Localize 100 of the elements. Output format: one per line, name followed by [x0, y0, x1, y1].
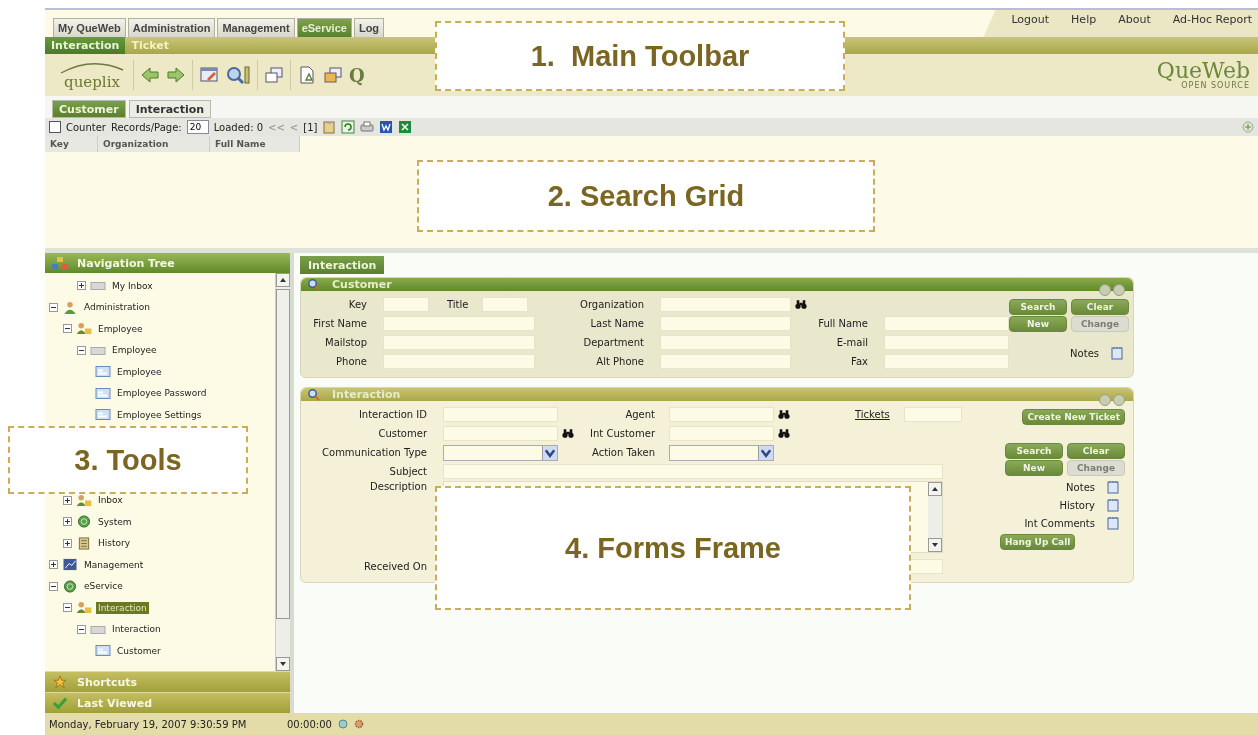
input-field[interactable]: [660, 297, 791, 312]
expand-toggle[interactable]: [77, 281, 86, 291]
scrollbar[interactable]: [928, 482, 942, 552]
input-field[interactable]: [443, 407, 558, 422]
binoculars-icon[interactable]: [562, 428, 574, 439]
binoculars-icon[interactable]: [778, 409, 790, 420]
header-link[interactable]: About: [1118, 13, 1151, 26]
arrow-left-icon[interactable]: [140, 65, 160, 85]
column-header[interactable]: Organization: [98, 136, 210, 152]
search-icon[interactable]: [225, 65, 251, 85]
page-number[interactable]: [1]: [303, 121, 318, 133]
expand-toggle[interactable]: [63, 603, 72, 613]
tickets-link[interactable]: Tickets: [855, 409, 890, 420]
dropdown[interactable]: [443, 444, 558, 461]
binoculars-icon[interactable]: [778, 428, 790, 439]
refresh-icon[interactable]: [341, 120, 356, 134]
subtab[interactable]: Interaction: [45, 37, 126, 54]
scroll-down-icon[interactable]: [928, 538, 942, 552]
scroll-icon: [76, 536, 92, 550]
records-per-page-field[interactable]: 20: [186, 120, 209, 134]
module-tab[interactable]: My QueWeb: [53, 18, 126, 37]
input-field[interactable]: [884, 316, 1009, 331]
tree-item[interactable]: Employee: [110, 344, 159, 357]
counter-checkbox[interactable]: [49, 121, 61, 133]
field-label: Department: [582, 337, 644, 348]
windows-icon[interactable]: [264, 65, 284, 85]
input-field[interactable]: [669, 407, 774, 422]
header-link[interactable]: Help: [1071, 13, 1097, 26]
input-field[interactable]: [383, 316, 535, 331]
word-icon[interactable]: [379, 120, 394, 134]
input-field[interactable]: [884, 335, 1009, 350]
expand-toggle[interactable]: [63, 517, 72, 527]
excel-icon[interactable]: [398, 120, 413, 134]
printer-icon[interactable]: [360, 120, 375, 134]
tree-item[interactable]: Administration: [82, 301, 152, 314]
scroll-up-icon[interactable]: [276, 273, 290, 287]
window-controls-icon[interactable]: [1097, 392, 1127, 406]
search-tab[interactable]: Interaction: [128, 100, 212, 118]
column-header[interactable]: Key: [45, 136, 98, 152]
expand-toggle[interactable]: [49, 560, 58, 570]
tree-item[interactable]: eService: [82, 580, 125, 593]
input-field[interactable]: [660, 335, 791, 350]
tree-item[interactable]: Customer: [115, 644, 163, 657]
input-field[interactable]: [884, 354, 1009, 369]
tree-item[interactable]: Employee: [96, 322, 145, 335]
expand-toggle[interactable]: [63, 538, 72, 548]
module-tab[interactable]: Administration: [127, 18, 216, 37]
field-label: Full Name: [817, 318, 868, 329]
expand-toggle[interactable]: [63, 324, 72, 334]
expand-toggle[interactable]: [49, 302, 58, 312]
tree-item[interactable]: Employee Settings: [115, 408, 204, 421]
tree-item[interactable]: History: [96, 537, 133, 550]
input-field[interactable]: [443, 464, 943, 479]
window-edit-icon[interactable]: [199, 65, 219, 85]
scroll-down-icon[interactable]: [276, 657, 290, 671]
tree-item[interactable]: Interaction: [110, 623, 163, 636]
tree-item[interactable]: Employee: [115, 365, 164, 378]
module-tab[interactable]: Management: [217, 18, 295, 37]
quick-search-button[interactable]: Q: [349, 64, 365, 86]
tree-item[interactable]: Employee Password: [115, 387, 209, 400]
notepad-icon[interactable]: [1107, 480, 1119, 494]
document-icon[interactable]: [297, 65, 317, 85]
header-link[interactable]: Logout: [1011, 13, 1050, 26]
tree-item[interactable]: Interaction: [96, 601, 149, 614]
input-field[interactable]: [660, 316, 791, 331]
clipboard-icon[interactable]: [322, 120, 337, 134]
windows-icon[interactable]: [323, 65, 343, 85]
binoculars-icon[interactable]: [795, 299, 807, 310]
input-field[interactable]: [383, 354, 535, 369]
expand-toggle[interactable]: [77, 624, 86, 634]
module-tab[interactable]: Log: [353, 18, 385, 37]
expand-toggle[interactable]: [63, 495, 72, 505]
column-header[interactable]: Full Name: [210, 136, 300, 152]
input-field[interactable]: [383, 335, 535, 350]
input-field[interactable]: [443, 426, 558, 441]
annotation-tooltip: 1. Main Toolbar: [435, 21, 845, 91]
field-label: E-mail: [835, 337, 868, 348]
scroll-up-icon[interactable]: [928, 482, 942, 496]
scrollbar[interactable]: [275, 273, 290, 671]
field-label: Fax: [850, 356, 868, 367]
dropdown[interactable]: [669, 444, 774, 461]
expand-toggle[interactable]: [49, 581, 58, 591]
tree-item[interactable]: Management: [82, 558, 146, 571]
tree-item[interactable]: Inbox: [96, 494, 125, 507]
attachment-label: Notes: [1066, 481, 1095, 493]
input-field[interactable]: [903, 407, 962, 422]
tree-item[interactable]: System: [96, 515, 134, 528]
notepad-icon[interactable]: [1107, 516, 1119, 530]
arrow-right-icon[interactable]: [166, 65, 186, 85]
window-controls-icon[interactable]: [1097, 282, 1127, 296]
notepad-icon[interactable]: [1111, 346, 1123, 360]
expand-icon[interactable]: [1242, 121, 1254, 133]
input-field[interactable]: [660, 354, 791, 369]
input-field[interactable]: [669, 426, 774, 441]
input-field[interactable]: [482, 297, 529, 312]
input-field[interactable]: [383, 297, 429, 312]
notepad-icon[interactable]: [1107, 498, 1119, 512]
expand-toggle[interactable]: [77, 345, 86, 355]
tree-item[interactable]: My Inbox: [110, 279, 155, 292]
header-link[interactable]: Ad-Hoc Report: [1172, 13, 1252, 26]
